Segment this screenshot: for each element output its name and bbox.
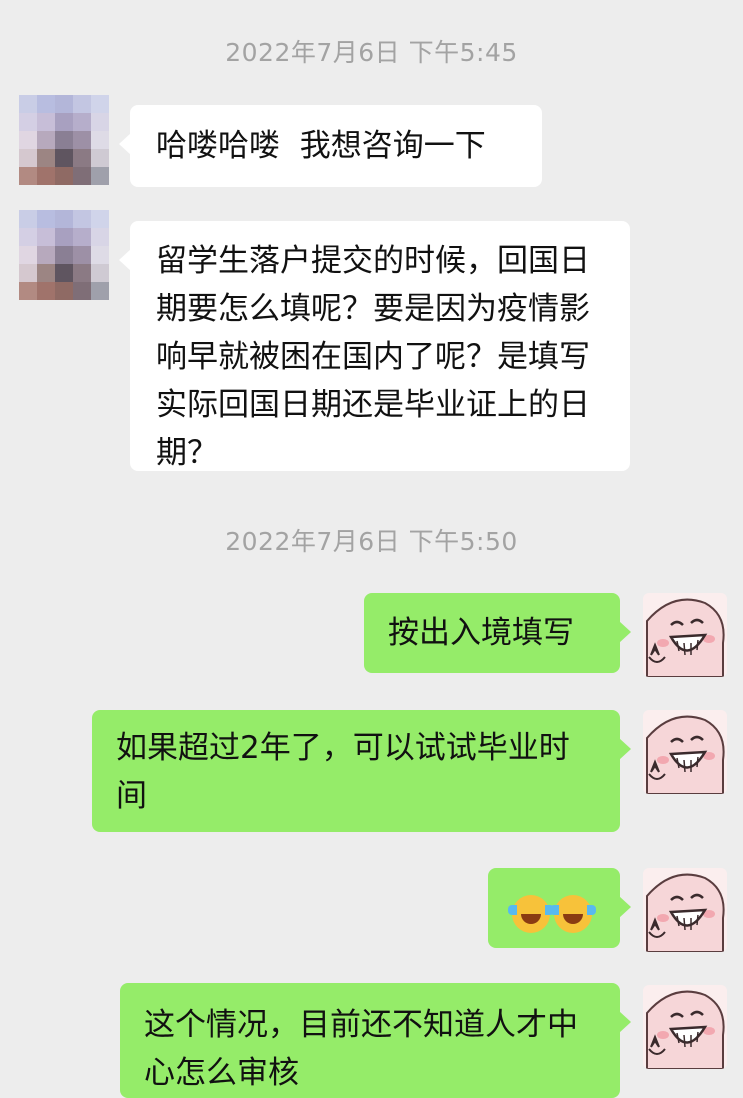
message-bubble-incoming[interactable]: 留学生落户提交的时候，回国日期要怎么填呢？要是因为疫情影响早就被困在国内了呢？是… bbox=[119, 221, 630, 471]
message-text: 哈喽哈喽 我想咨询一下 bbox=[156, 128, 486, 164]
message-text: 这个情况，目前还不知道人才中心怎么审核 bbox=[144, 1007, 578, 1091]
message-bubble-outgoing[interactable]: 按出入境填写 bbox=[364, 593, 631, 673]
my-avatar[interactable] bbox=[643, 710, 727, 794]
chat-timestamp: 2022年7月6日 下午5:45 bbox=[225, 38, 518, 67]
my-avatar[interactable] bbox=[643, 593, 727, 677]
message-bubble-outgoing[interactable]: 这个情况，目前还不知道人才中心怎么审核 bbox=[120, 983, 631, 1098]
loudly-crying-face-emoji bbox=[550, 894, 596, 933]
contact-avatar[interactable] bbox=[19, 210, 109, 300]
message-text: 按出入境填写 bbox=[388, 615, 574, 651]
my-avatar[interactable] bbox=[643, 985, 727, 1069]
loudly-crying-face-emoji bbox=[508, 894, 554, 933]
chat-timestamp: 2022年7月6日 下午5:50 bbox=[225, 527, 518, 556]
message-text: 留学生落户提交的时候，回国日期要怎么填呢？要是因为疫情影响早就被困在国内了呢？是… bbox=[156, 243, 590, 471]
contact-avatar[interactable] bbox=[19, 95, 109, 185]
message-text: 如果超过2年了，可以试试毕业时间 bbox=[116, 730, 570, 814]
message-bubble-outgoing[interactable] bbox=[488, 868, 631, 948]
my-avatar[interactable] bbox=[643, 868, 727, 952]
message-bubble-incoming[interactable]: 哈喽哈喽 我想咨询一下 bbox=[119, 105, 542, 187]
message-bubble-outgoing[interactable]: 如果超过2年了，可以试试毕业时间 bbox=[92, 710, 631, 832]
